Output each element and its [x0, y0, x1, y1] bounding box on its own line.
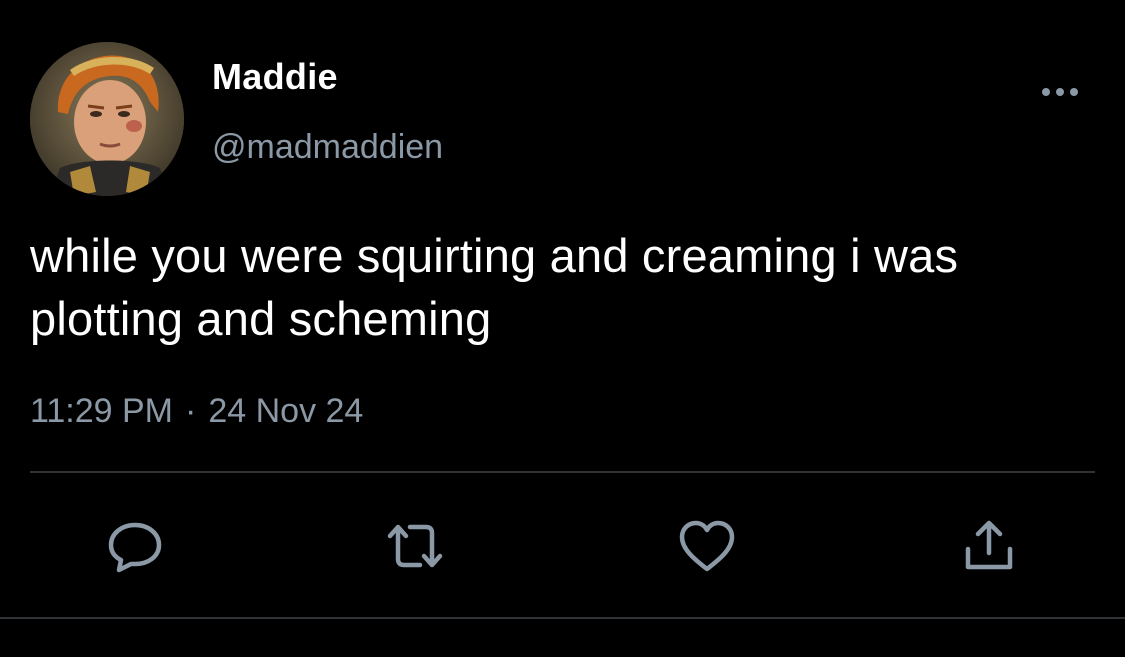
- tweet-date: 24 Nov 24: [208, 392, 364, 430]
- reply-button[interactable]: [104, 515, 166, 577]
- more-button[interactable]: [1036, 78, 1084, 106]
- divider: [0, 617, 1125, 619]
- timestamp[interactable]: 11:29 PM · 24 Nov 24: [30, 390, 363, 432]
- tweet-text: while you were squirting and creaming i …: [30, 229, 959, 345]
- avatar-portrait-icon: [30, 42, 184, 196]
- retweet-button[interactable]: [384, 515, 446, 577]
- heart-icon: [679, 520, 735, 572]
- tweet-time: 11:29 PM: [30, 392, 174, 430]
- avatar[interactable]: [30, 42, 184, 196]
- tweet-detail: Maddie @madmaddien while you were squirt…: [0, 0, 1125, 657]
- handle[interactable]: @madmaddien: [212, 126, 443, 168]
- share-button[interactable]: [958, 515, 1020, 577]
- divider: [30, 471, 1095, 473]
- share-icon: [965, 520, 1013, 570]
- timestamp-separator: ·: [185, 392, 197, 430]
- reply-icon: [108, 522, 162, 573]
- display-name[interactable]: Maddie: [212, 55, 338, 99]
- retweet-icon: [387, 524, 443, 568]
- like-button[interactable]: [676, 515, 738, 577]
- more-icon: [1042, 88, 1078, 96]
